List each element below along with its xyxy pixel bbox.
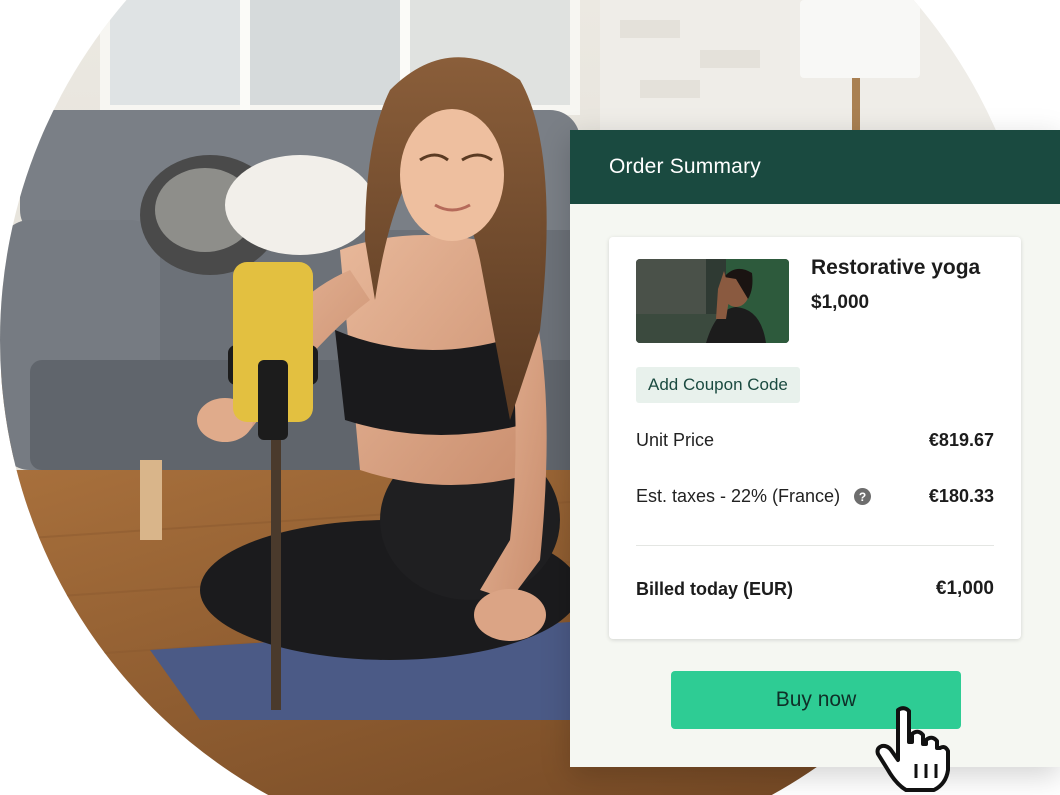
order-summary-card: Order Summary Restorative yoga $1,000 Ad… bbox=[570, 130, 1060, 767]
unit-price-row: Unit Price €819.67 bbox=[636, 430, 994, 451]
unit-price-label: Unit Price bbox=[636, 430, 715, 450]
taxes-row: Est. taxes - 22% (France) ? €180.33 bbox=[636, 486, 994, 507]
taxes-label: Est. taxes - 22% (France) bbox=[636, 486, 841, 506]
stage: Order Summary Restorative yoga $1,000 Ad… bbox=[0, 0, 1060, 795]
add-coupon-button[interactable]: Add Coupon Code bbox=[636, 367, 800, 403]
taxes-label-group: Est. taxes - 22% (France) ? bbox=[636, 486, 872, 507]
order-summary-header: Order Summary bbox=[570, 130, 1060, 204]
product-price: $1,000 bbox=[811, 292, 870, 313]
product-thumbnail bbox=[636, 259, 789, 343]
add-coupon-label: Add Coupon Code bbox=[648, 375, 788, 394]
taxes-value: €180.33 bbox=[928, 486, 994, 506]
order-summary-title: Order Summary bbox=[609, 155, 761, 178]
product-title: Restorative yoga bbox=[811, 256, 981, 279]
billed-today-value: €1,000 bbox=[935, 578, 994, 599]
hand-pointer-icon bbox=[874, 704, 950, 794]
billed-today-label: Billed today (EUR) bbox=[636, 578, 794, 599]
order-details-panel: Restorative yoga $1,000 Add Coupon Code … bbox=[609, 237, 1021, 639]
question-circle-icon[interactable]: ? bbox=[854, 488, 872, 505]
divider bbox=[636, 545, 994, 546]
billed-today-row: Billed today (EUR) €1,000 bbox=[636, 578, 994, 600]
unit-price-value: €819.67 bbox=[928, 430, 994, 450]
